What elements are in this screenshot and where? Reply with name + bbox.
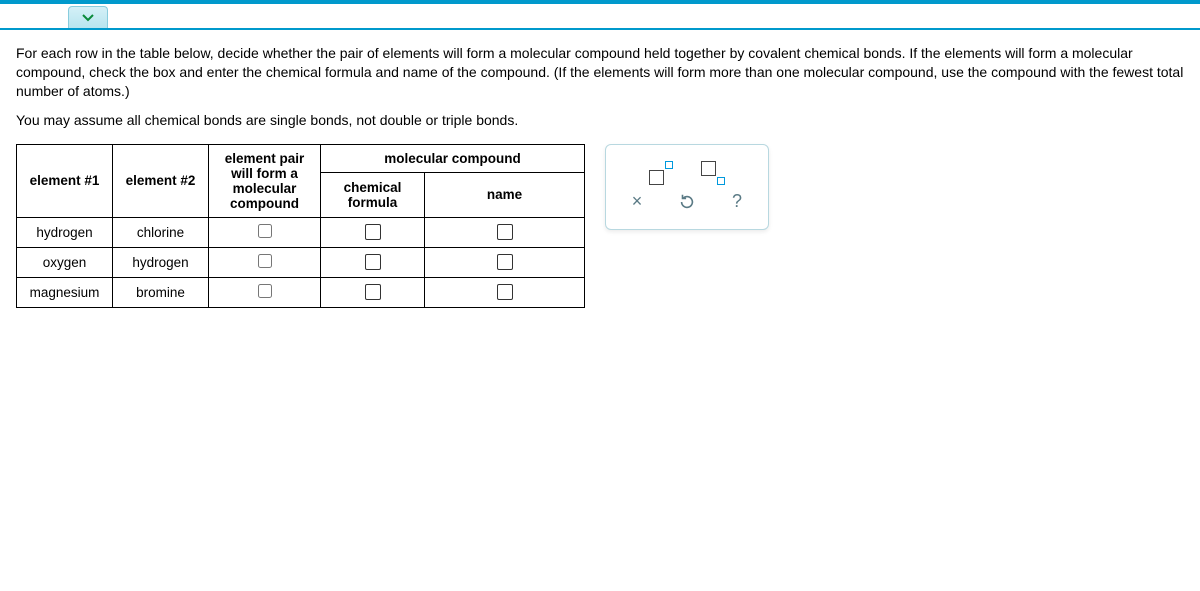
table-row: oxygen hydrogen — [17, 247, 585, 277]
header-name: name — [425, 173, 585, 217]
will-form-checkbox[interactable] — [258, 254, 272, 268]
header-element-1: element #1 — [17, 144, 113, 217]
cell-element-2: bromine — [113, 277, 209, 307]
formula-input[interactable] — [365, 224, 381, 240]
formula-input[interactable] — [365, 284, 381, 300]
name-input[interactable] — [497, 224, 513, 240]
tool-panel: × ? — [605, 144, 769, 230]
cell-element-2: chlorine — [113, 217, 209, 247]
will-form-checkbox[interactable] — [258, 224, 272, 238]
cell-element-1: oxygen — [17, 247, 113, 277]
reset-icon — [678, 193, 696, 211]
close-icon: × — [632, 191, 643, 212]
superscript-button[interactable] — [649, 161, 673, 185]
cell-element-2: hydrogen — [113, 247, 209, 277]
instructions-p2: You may assume all chemical bonds are si… — [16, 111, 1184, 130]
header-chemical-formula: chemical formula — [321, 173, 425, 217]
close-button[interactable]: × — [626, 191, 648, 213]
dropdown-tab[interactable] — [68, 6, 108, 28]
help-button[interactable]: ? — [726, 191, 748, 213]
name-input[interactable] — [497, 284, 513, 300]
instructions-block: For each row in the table below, decide … — [16, 44, 1184, 130]
table-row: magnesium bromine — [17, 277, 585, 307]
name-input[interactable] — [497, 254, 513, 270]
cell-element-1: hydrogen — [17, 217, 113, 247]
will-form-checkbox[interactable] — [258, 284, 272, 298]
reset-button[interactable] — [676, 191, 698, 213]
formula-input[interactable] — [365, 254, 381, 270]
header-molecular-compound: molecular compound — [321, 144, 585, 173]
header-will-form: element pair will form a molecular compo… — [209, 144, 321, 217]
table-row: hydrogen chlorine — [17, 217, 585, 247]
chevron-down-icon — [82, 14, 94, 22]
help-icon: ? — [732, 191, 742, 212]
instructions-p1: For each row in the table below, decide … — [16, 44, 1184, 101]
header-element-2: element #2 — [113, 144, 209, 217]
compound-table: element #1 element #2 element pair will … — [16, 144, 585, 308]
subscript-button[interactable] — [701, 161, 725, 185]
cell-element-1: magnesium — [17, 277, 113, 307]
